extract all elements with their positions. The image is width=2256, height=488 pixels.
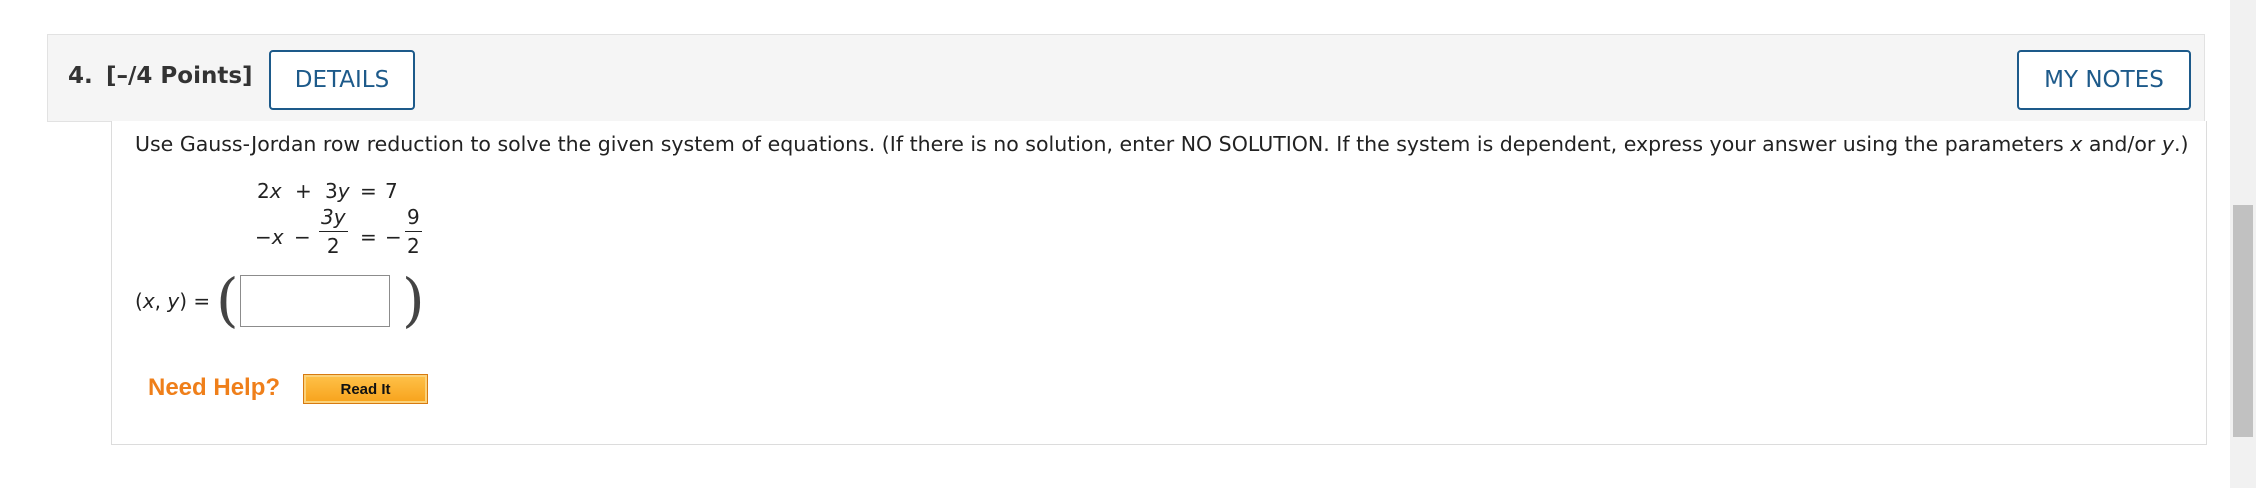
open-paren: ( xyxy=(216,266,239,334)
my-notes-button[interactable]: MY NOTES xyxy=(2017,50,2191,110)
eq1-var2: y xyxy=(337,179,350,203)
fraction-bar xyxy=(405,231,422,232)
eq1-coef2: 3 xyxy=(325,179,338,203)
eq2-frac2-numerator: 9 xyxy=(407,205,420,229)
param-x: x xyxy=(2070,132,2083,156)
eq1-equals: = xyxy=(360,179,377,203)
eq1-term2: 3y xyxy=(325,179,350,203)
eq2-frac1-numerator: 3y xyxy=(321,205,346,229)
eq1-coef1: 2 xyxy=(257,179,270,203)
details-button[interactable]: DETAILS xyxy=(269,50,415,110)
prompt-and-or: and/or xyxy=(2082,132,2162,156)
question-points: [–/4 Points] xyxy=(106,63,253,89)
eq1-var1: x xyxy=(269,179,282,203)
eq2-frac1-denominator: 2 xyxy=(326,234,340,258)
answer-input[interactable] xyxy=(240,275,390,327)
read-it-button[interactable]: Read It xyxy=(303,374,428,404)
param-y: y xyxy=(2161,132,2174,156)
eq1-term1: 2x xyxy=(257,179,282,203)
eq2-minus: − xyxy=(294,225,311,249)
close-paren: ) xyxy=(402,266,425,334)
prompt-text: Use Gauss-Jordan row reduction to solve … xyxy=(135,132,2071,156)
question-number: 4. xyxy=(68,63,93,89)
question-header: 4. [–/4 Points] DETAILS MY NOTES xyxy=(47,34,2205,122)
eq2-fraction-rhs: 9 2 xyxy=(405,205,422,258)
eq2-neg: − xyxy=(255,225,272,249)
question-body: Use Gauss-Jordan row reduction to solve … xyxy=(111,121,2207,445)
prompt-end: .) xyxy=(2173,132,2189,156)
answer-label-x: x xyxy=(142,289,155,313)
answer-label: (x, y) = xyxy=(135,289,210,313)
answer-label-comma: , xyxy=(154,289,168,313)
answer-label-y: y xyxy=(167,289,180,313)
eq2-equals: = xyxy=(360,225,377,249)
answer-label-open: ( xyxy=(135,289,143,313)
need-help-label: Need Help? xyxy=(148,374,281,401)
eq2-fraction-lhs: 3y 2 xyxy=(319,205,348,258)
eq2-frac2-denominator: 2 xyxy=(407,234,420,258)
fraction-bar xyxy=(319,231,348,232)
scrollbar-track[interactable] xyxy=(2230,0,2256,488)
question-prompt: Use Gauss-Jordan row reduction to solve … xyxy=(135,132,2188,156)
eq1-rhs: 7 xyxy=(385,179,398,203)
eq2-var1: x xyxy=(271,225,284,249)
eq2-term1: −x xyxy=(255,225,284,249)
eq2-rhs-sign: − xyxy=(385,225,402,249)
eq1-plus: + xyxy=(295,179,312,203)
scrollbar-thumb[interactable] xyxy=(2233,205,2253,437)
answer-label-close: ) = xyxy=(179,289,211,313)
